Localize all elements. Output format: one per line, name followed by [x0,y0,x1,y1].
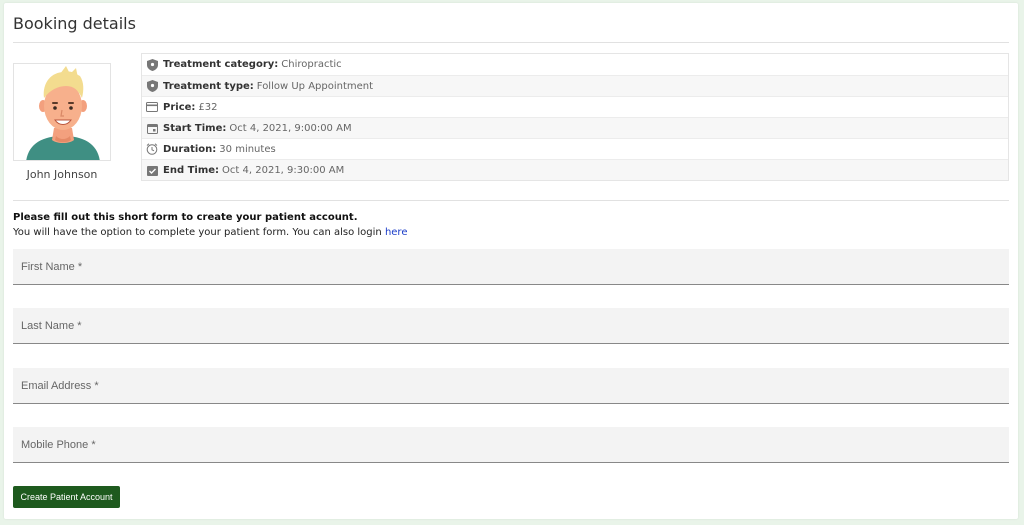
credit-card-icon [146,101,158,113]
divider [13,200,1009,201]
calendar-icon [146,122,158,134]
detail-label: Start Time: [163,122,227,134]
calendar-check-icon [146,164,158,176]
detail-treatment-category: Treatment category: Chiropractic [142,54,1008,75]
create-patient-account-button[interactable]: Create Patient Account [13,486,120,508]
detail-end-time: End Time: Oct 4, 2021, 9:30:00 AM [142,159,1008,180]
form-intro: You will have the option to complete you… [13,227,407,238]
detail-start-time: Start Time: Oct 4, 2021, 9:00:00 AM [142,117,1008,138]
provider-name: John Johnson [26,168,98,181]
detail-label: End Time: [163,164,220,176]
divider [13,42,1009,43]
email-input[interactable] [13,368,1009,403]
detail-value: Follow Up Appointment [256,80,374,92]
person-avatar-icon [14,64,110,160]
mobile-phone-field [13,427,1009,463]
detail-value: Oct 4, 2021, 9:00:00 AM [229,122,352,134]
detail-treatment-type: Treatment type: Follow Up Appointment [142,75,1008,96]
avatar [13,63,111,161]
detail-label: Duration: [163,143,217,155]
detail-value: Oct 4, 2021, 9:30:00 AM [222,164,345,176]
mobile-phone-input[interactable] [13,427,1009,462]
detail-price: Price: £32 [142,96,1008,117]
email-field [13,368,1009,404]
first-name-field [13,249,1009,285]
booking-card: Booking details John Johnson Treatment c… [4,3,1018,519]
form-heading: Please fill out this short form to creat… [13,212,358,223]
last-name-field [13,308,1009,344]
detail-value: 30 minutes [219,143,276,155]
shield-icon [146,80,158,92]
detail-value: £32 [198,101,218,113]
login-link[interactable]: here [385,227,408,238]
clock-icon [146,143,158,155]
detail-label: Treatment category: [163,59,279,70]
shield-icon [146,58,158,71]
detail-label: Treatment type: [163,80,254,92]
detail-duration: Duration: 30 minutes [142,138,1008,159]
form-intro-text: You will have the option to complete you… [13,227,385,238]
booking-details-list: Treatment category: Chiropractic Treatme… [141,53,1009,181]
detail-label: Price: [163,101,196,113]
detail-value: Chiropractic [281,59,342,70]
last-name-input[interactable] [13,308,1009,343]
page-title: Booking details [13,14,136,33]
first-name-input[interactable] [13,249,1009,284]
